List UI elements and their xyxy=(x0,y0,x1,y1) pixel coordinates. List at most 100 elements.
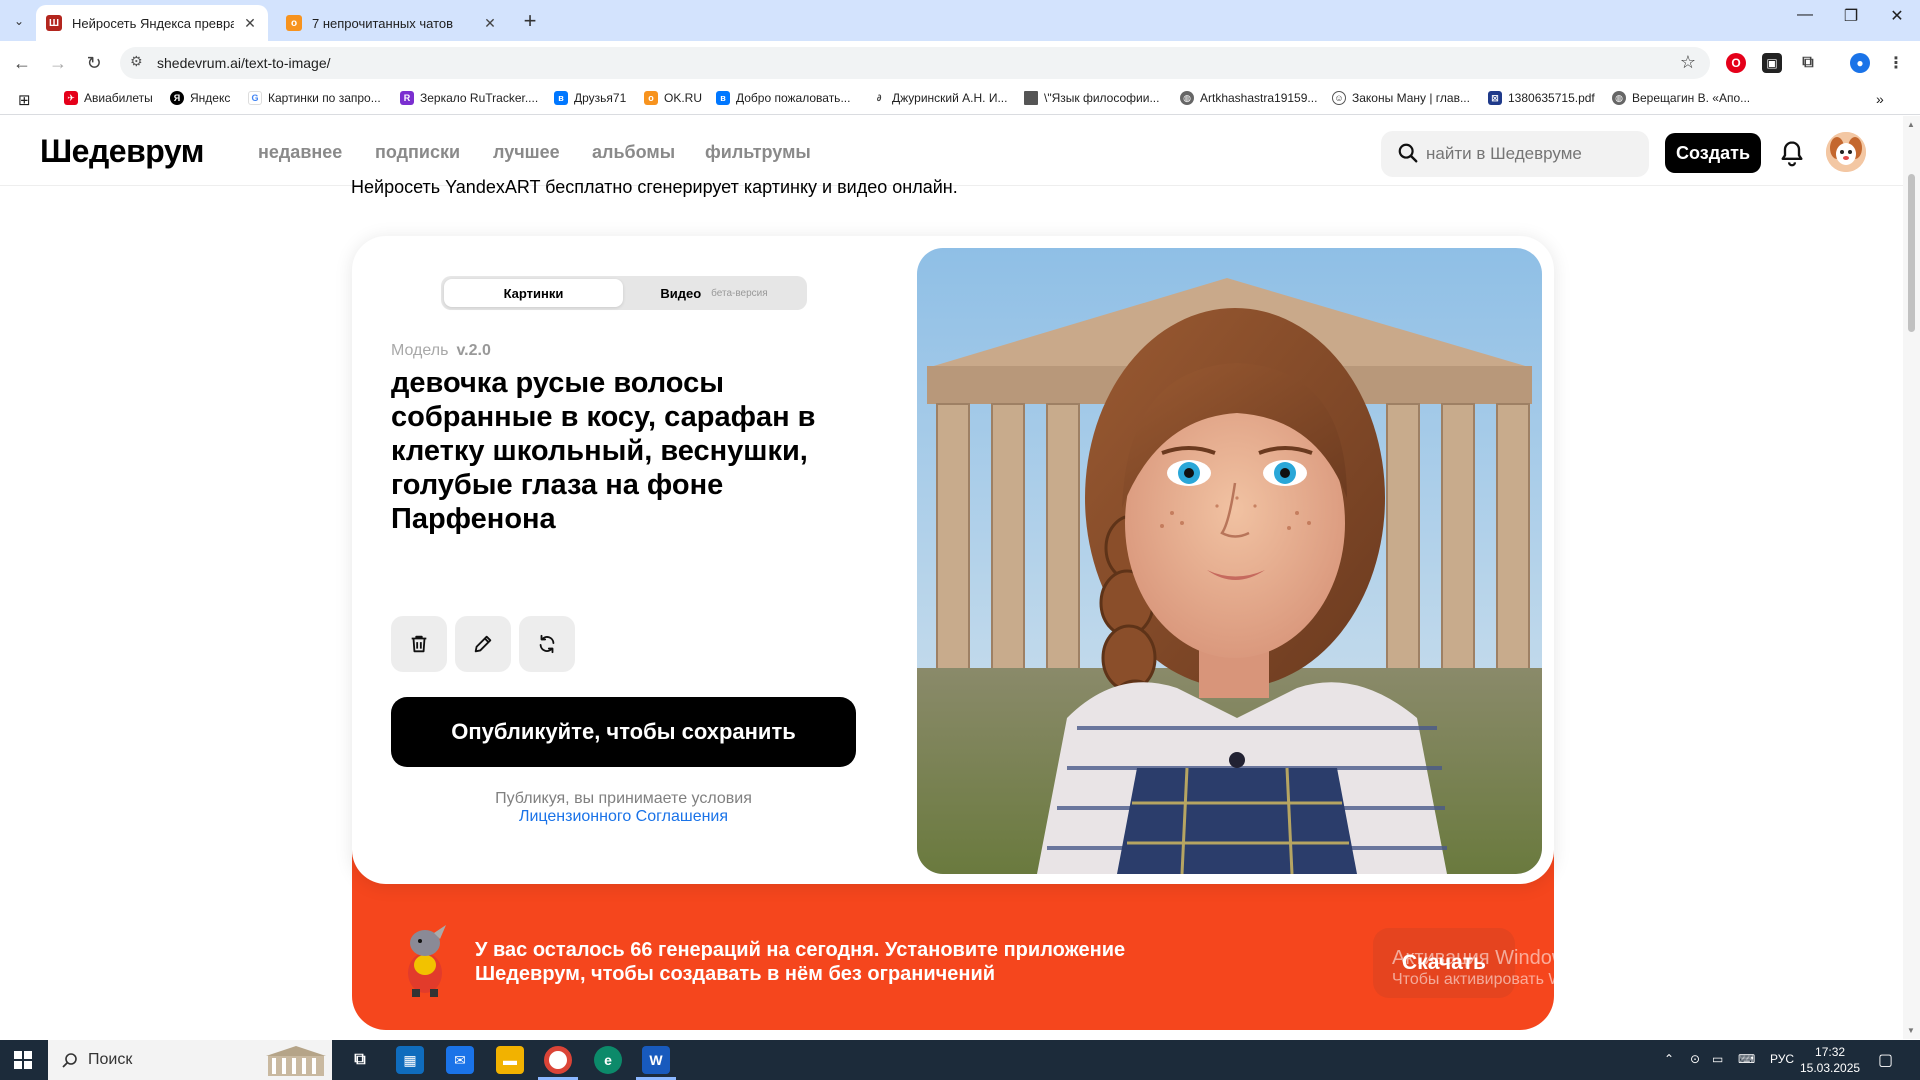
reload-icon[interactable]: ↻ xyxy=(82,51,106,75)
mail-icon[interactable]: ✉ xyxy=(446,1046,474,1074)
watermark-title: Активация Windows xyxy=(1392,947,1577,969)
model-label: Модель xyxy=(391,342,449,359)
new-tab-plus-icon[interactable]: + xyxy=(518,8,542,34)
extensions-puzzle-icon[interactable]: ⧉ xyxy=(1798,53,1818,73)
profile-icon[interactable]: ● xyxy=(1850,53,1870,73)
pencil-icon xyxy=(474,635,492,653)
tab-ok-chats[interactable]: о 7 непрочитанных чатов ✕ xyxy=(276,5,508,41)
site-info-icon[interactable]: ⚙ xyxy=(130,53,143,70)
refresh-icon xyxy=(539,634,555,654)
promo-line-2: Шедеврум, чтобы создавать в нём без огра… xyxy=(475,963,996,985)
site-logo[interactable]: Шедеврум xyxy=(40,133,204,170)
windows-taskbar: Поиск ⧉ ▦ ✉ ▬ e W ⌃ ⊙ ▭ ⌨ РУС 17:32 15.0… xyxy=(0,1040,1920,1080)
close-window-icon[interactable]: ✕ xyxy=(1874,6,1920,26)
minimize-window-icon[interactable]: — xyxy=(1782,6,1828,24)
regenerate-button[interactable] xyxy=(519,616,575,672)
globe-icon: ◍ xyxy=(1612,91,1626,105)
tab-shedevrum[interactable]: Ш Нейросеть Яндекса превратит ✕ xyxy=(36,5,268,41)
clock-date: 15.03.2025 xyxy=(1800,1061,1861,1075)
bookmark-item[interactable]: о OK.RU xyxy=(644,91,702,105)
tab-video[interactable]: Видео бета-версия xyxy=(623,279,805,307)
file-explorer-icon[interactable]: ▬ xyxy=(496,1046,524,1074)
store-icon[interactable]: ▦ xyxy=(396,1046,424,1074)
search-input[interactable] xyxy=(1426,142,1636,166)
delete-button[interactable] xyxy=(391,616,447,672)
tab-title: 7 непрочитанных чатов xyxy=(312,15,454,31)
browser-tab-strip: ⌄ Ш Нейросеть Яндекса превратит ✕ о 7 не… xyxy=(0,0,1920,41)
media-extension-icon[interactable]: ▣ xyxy=(1762,53,1782,73)
bookmark-item[interactable]: \"Язык философии... xyxy=(1024,91,1159,105)
site-header: Шедеврум недавнее подписки лучшее альбом… xyxy=(0,116,1903,186)
intro-text: Нейросеть YandexART бесплатно сгенерируе… xyxy=(351,177,958,197)
tab-search-menu-icon[interactable]: ⌄ xyxy=(7,9,31,33)
create-button[interactable]: Создать xyxy=(1665,133,1761,173)
back-arrow-icon[interactable]: ← xyxy=(10,51,34,75)
bookmark-item[interactable]: ∂ Джуринский А.Н. И... xyxy=(872,91,1008,105)
nav-albums[interactable]: альбомы xyxy=(592,142,675,163)
more-bookmarks-icon[interactable]: » xyxy=(1876,91,1884,107)
nav-filtrums[interactable]: фильтрумы xyxy=(705,142,811,163)
ok-icon: о xyxy=(644,91,658,105)
scroll-thumb[interactable] xyxy=(1908,174,1915,332)
license-terms: Публикуя, вы принимаете условия Лицензио… xyxy=(391,790,856,826)
link-icon: ∂ xyxy=(876,93,882,103)
chrome-icon[interactable] xyxy=(544,1046,572,1074)
bookmark-item[interactable]: Я Яндекс xyxy=(170,91,230,105)
user-avatar[interactable] xyxy=(1826,132,1866,172)
notifications-icon[interactable]: ▢ xyxy=(1878,1050,1893,1070)
taskbar-search[interactable]: Поиск xyxy=(48,1040,332,1080)
nav-recent[interactable]: недавнее xyxy=(258,142,342,163)
edit-button[interactable] xyxy=(455,616,511,672)
generated-image[interactable] xyxy=(917,248,1542,874)
license-agreement-link[interactable]: Лицензионного Соглашения xyxy=(391,808,856,826)
address-field[interactable]: ⚙ shedevrum.ai/text-to-image/ ☆ xyxy=(120,47,1710,79)
nav-subscriptions[interactable]: подписки xyxy=(375,142,460,163)
bookmark-item[interactable]: ☺ Законы Ману | глав... xyxy=(1332,91,1470,105)
close-tab-icon[interactable]: ✕ xyxy=(242,15,258,32)
bookmark-item[interactable]: ⊠ 1380635715.pdf xyxy=(1488,91,1595,105)
word-icon[interactable]: W xyxy=(642,1046,670,1074)
network-icon[interactable]: ▭ xyxy=(1712,1052,1723,1066)
tab-images[interactable]: Картинки xyxy=(444,279,623,307)
tray-overflow-chevron-icon[interactable]: ⌃ xyxy=(1664,1052,1674,1066)
edge-icon[interactable]: e xyxy=(594,1046,622,1074)
url-text[interactable]: shedevrum.ai/text-to-image/ xyxy=(157,55,331,71)
vk-icon: в xyxy=(716,91,730,105)
browser-menu-icon[interactable]: ⋮ xyxy=(1886,53,1906,73)
vk-icon: в xyxy=(554,91,568,105)
site-search[interactable] xyxy=(1381,131,1649,177)
page-scrollbar[interactable]: ▲ ▼ xyxy=(1903,116,1920,1039)
bookmark-star-icon[interactable]: ☆ xyxy=(1680,52,1696,73)
task-view-icon[interactable]: ⧉ xyxy=(346,1046,374,1074)
scroll-up-arrow-icon[interactable]: ▲ xyxy=(1907,120,1915,129)
promo-text: У вас осталось 66 генераций на сегодня. … xyxy=(475,938,1195,986)
ok-favicon-icon: о xyxy=(286,15,302,31)
system-clock[interactable]: 17:32 15.03.2025 xyxy=(1800,1044,1860,1076)
bookmark-item[interactable]: ◍ Artkhashastra19159... xyxy=(1180,91,1317,105)
bookmark-item[interactable]: ✈ Авиабилеты xyxy=(64,91,153,105)
tray-location-icon[interactable]: ⊙ xyxy=(1690,1052,1700,1066)
windows-start-icon[interactable] xyxy=(14,1051,32,1069)
bookmark-item[interactable]: R Зеркало RuTracker.... xyxy=(400,91,538,105)
bookmark-item[interactable]: в Друзья71 xyxy=(554,91,626,105)
input-language[interactable]: РУС xyxy=(1770,1052,1794,1066)
clock-time: 17:32 xyxy=(1815,1045,1846,1059)
scroll-down-arrow-icon[interactable]: ▼ xyxy=(1907,1026,1915,1035)
opera-extension-icon[interactable]: O xyxy=(1726,53,1746,73)
forward-arrow-icon[interactable]: → xyxy=(46,51,70,75)
apps-grid-icon[interactable]: ⊞ xyxy=(18,91,31,109)
notifications-bell-icon[interactable] xyxy=(1778,139,1806,167)
publish-button[interactable]: Опубликуйте, чтобы сохранить xyxy=(391,697,856,767)
bookmark-item[interactable]: G Картинки по запро... xyxy=(248,91,381,105)
close-tab-icon[interactable]: ✕ xyxy=(482,15,498,32)
bookmark-item[interactable]: в Добро пожаловать... xyxy=(716,91,850,105)
nav-best[interactable]: лучшее xyxy=(493,142,560,163)
prompt-text: девочка русые волосы собранные в косу, с… xyxy=(391,367,816,535)
rutracker-icon: R xyxy=(400,91,414,105)
restore-window-icon[interactable]: ❐ xyxy=(1828,6,1874,26)
model-version[interactable]: v.2.0 xyxy=(456,342,490,359)
trash-icon xyxy=(411,635,427,653)
promo-line-1: У вас осталось 66 генераций на сегодня. … xyxy=(475,939,1126,961)
keyboard-icon[interactable]: ⌨ xyxy=(1738,1052,1755,1066)
bookmark-item[interactable]: ◍ Верещагин В. «Апо... xyxy=(1612,91,1750,105)
